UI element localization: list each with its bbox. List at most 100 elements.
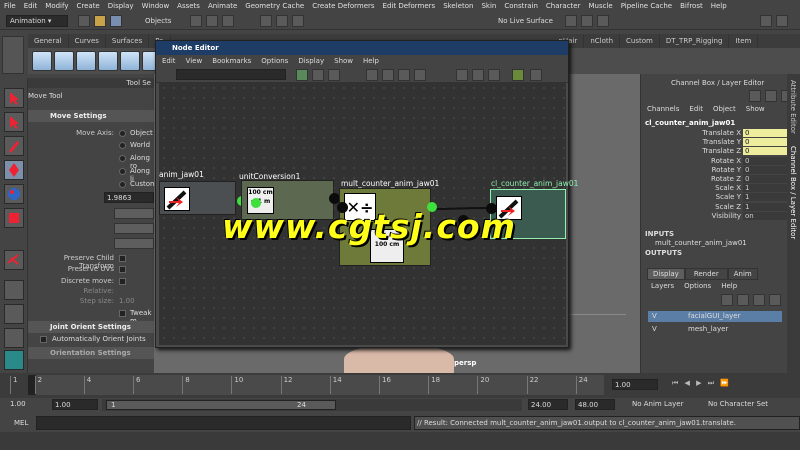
channel-row[interactable]: Translate Y0 [641,138,800,147]
layer-menu-help[interactable]: Help [721,282,737,290]
menu-skeleton[interactable]: Skeleton [443,2,473,10]
clear-graph-icon[interactable] [366,69,378,81]
tweak-mode-checkbox[interactable] [119,310,126,317]
open-scene-icon[interactable] [94,15,106,27]
grid-toggle-icon[interactable] [512,69,524,81]
character-set-dropdown[interactable]: No Character Set [708,400,768,408]
layout-four-icon[interactable] [4,304,24,324]
preserve-child-checkbox[interactable] [119,255,126,262]
select-tool-icon[interactable] [4,88,24,108]
channel-value[interactable]: 0 [743,156,787,165]
ne-menu-options[interactable]: Options [261,57,288,65]
channel-box-icon-1[interactable] [749,90,761,102]
menu-display[interactable]: Display [108,2,134,10]
nurbs-plane-icon[interactable] [120,51,140,71]
channel-row[interactable]: Rotate Y0 [641,165,800,175]
menu-pipeline-cache[interactable]: Pipeline Cache [621,2,672,10]
input-node-name[interactable]: mult_counter_anim_jaw01 [655,239,747,247]
snap-grid-icon[interactable] [260,15,272,27]
playback-end-field[interactable]: 24.00 [528,399,568,410]
channel-value[interactable]: 0 [743,129,787,137]
nurbs-cylinder-icon[interactable] [76,51,96,71]
channel-value[interactable]: 1 [743,184,787,193]
bookmark-field[interactable] [176,69,286,80]
ne-menu-bookmarks[interactable]: Bookmarks [212,57,251,65]
channel-row[interactable]: Translate X0 [641,129,800,138]
graph-input-icon[interactable] [312,69,324,81]
new-layer-icon[interactable] [721,294,733,306]
layer-menu-layers[interactable]: Layers [651,282,674,290]
axis-radio-object[interactable] [119,130,126,137]
shelf-tab-item[interactable]: Item [729,34,759,48]
full-mode-icon[interactable] [488,69,500,81]
time-slider[interactable]: 1 2 4 6 8 10 12 14 16 18 20 22 24 1.00 ⏮ ◀ ▶ ⏭ ⏩ [0,373,800,398]
menu-help[interactable]: Help [711,2,727,10]
menu-muscle[interactable]: Muscle [588,2,612,10]
command-language-toggle[interactable]: MEL [14,419,28,427]
layer-tab-anim[interactable]: Anim [727,268,758,280]
shelf-tab-curves[interactable]: Curves [69,34,106,48]
objects-label[interactable]: Objects [145,17,171,25]
channel-value[interactable]: 0 [743,147,787,156]
channel-row[interactable]: Scale X1 [641,184,800,193]
axis-radio-along-live[interactable] [119,168,126,175]
channel-row[interactable]: Rotate X0 [641,156,800,166]
step-size-value[interactable]: 1.00 [119,297,135,305]
ne-menu-help[interactable]: Help [363,57,379,65]
remove-selected-icon[interactable] [398,69,410,81]
ne-menu-view[interactable]: View [186,57,203,65]
menu-file[interactable]: File [4,2,16,10]
select-component-icon[interactable] [222,15,234,27]
menu-geometry-cache[interactable]: Geometry Cache [245,2,304,10]
toggle-channel-icon[interactable] [776,15,788,27]
channel-value[interactable]: 0 [743,175,787,183]
cb-menu-show[interactable]: Show [746,105,765,113]
connected-mode-icon[interactable] [472,69,484,81]
show-manipulator-icon[interactable] [4,250,24,270]
menu-animate[interactable]: Animate [208,2,237,10]
cb-menu-edit[interactable]: Edit [689,105,703,113]
menu-constrain[interactable]: Constrain [504,2,538,10]
channel-box-tab[interactable]: Channel Box / Layer Editor [789,146,797,239]
graph-input-output-icon[interactable] [296,69,308,81]
layer-visibility-toggle[interactable]: V [652,324,657,335]
orientation-settings-header[interactable]: Orientation Settings [28,347,154,359]
live-surface-label[interactable]: No Live Surface [498,17,553,25]
menu-set-dropdown[interactable]: Animation ▾ [6,15,68,27]
graph-output-icon[interactable] [328,69,340,81]
add-selected-icon[interactable] [382,69,394,81]
scale-tool-icon[interactable] [4,208,24,228]
menu-bifrost[interactable]: Bifrost [680,2,703,10]
menu-skin[interactable]: Skin [481,2,496,10]
axis-radio-world[interactable] [119,142,126,149]
paint-select-icon[interactable] [4,136,24,156]
shelf-tab-ncloth[interactable]: nCloth [584,34,621,48]
rotate-tool-icon[interactable] [4,184,24,204]
command-input[interactable] [36,416,411,430]
new-scene-icon[interactable] [78,15,90,27]
toggle-sidebar-icon[interactable] [760,15,772,27]
simple-mode-icon[interactable] [456,69,468,81]
move-layer-up-icon[interactable] [753,294,765,306]
axis-radio-custom[interactable] [119,181,126,188]
channel-box-icon-2[interactable] [765,90,777,102]
layout-outliner-icon[interactable] [4,328,24,348]
nurbs-sphere-icon[interactable] [32,51,52,71]
anim-layer-dropdown[interactable]: No Anim Layer [632,400,683,408]
select-hierarchy-icon[interactable] [190,15,202,27]
channel-value[interactable]: 0 [743,165,787,174]
axis-radio-along-rotation[interactable] [119,155,126,162]
preserve-uvs-checkbox[interactable] [119,266,126,273]
channel-row[interactable]: Scale Z1 [641,202,800,212]
range-handle[interactable]: 1 24 [106,400,336,410]
cb-menu-object[interactable]: Object [713,105,736,113]
menu-modify[interactable]: Modify [45,2,68,10]
discrete-move-checkbox[interactable] [119,278,126,285]
layout-icon[interactable] [414,69,426,81]
menu-edit[interactable]: Edit [24,2,38,10]
channel-value[interactable]: on [743,211,787,220]
layer-row[interactable]: V facialGUI_layer [648,311,782,322]
anim-start-field[interactable]: 1.00 [10,400,26,408]
ipr-render-icon[interactable] [581,15,593,27]
render-icon[interactable] [565,15,577,27]
